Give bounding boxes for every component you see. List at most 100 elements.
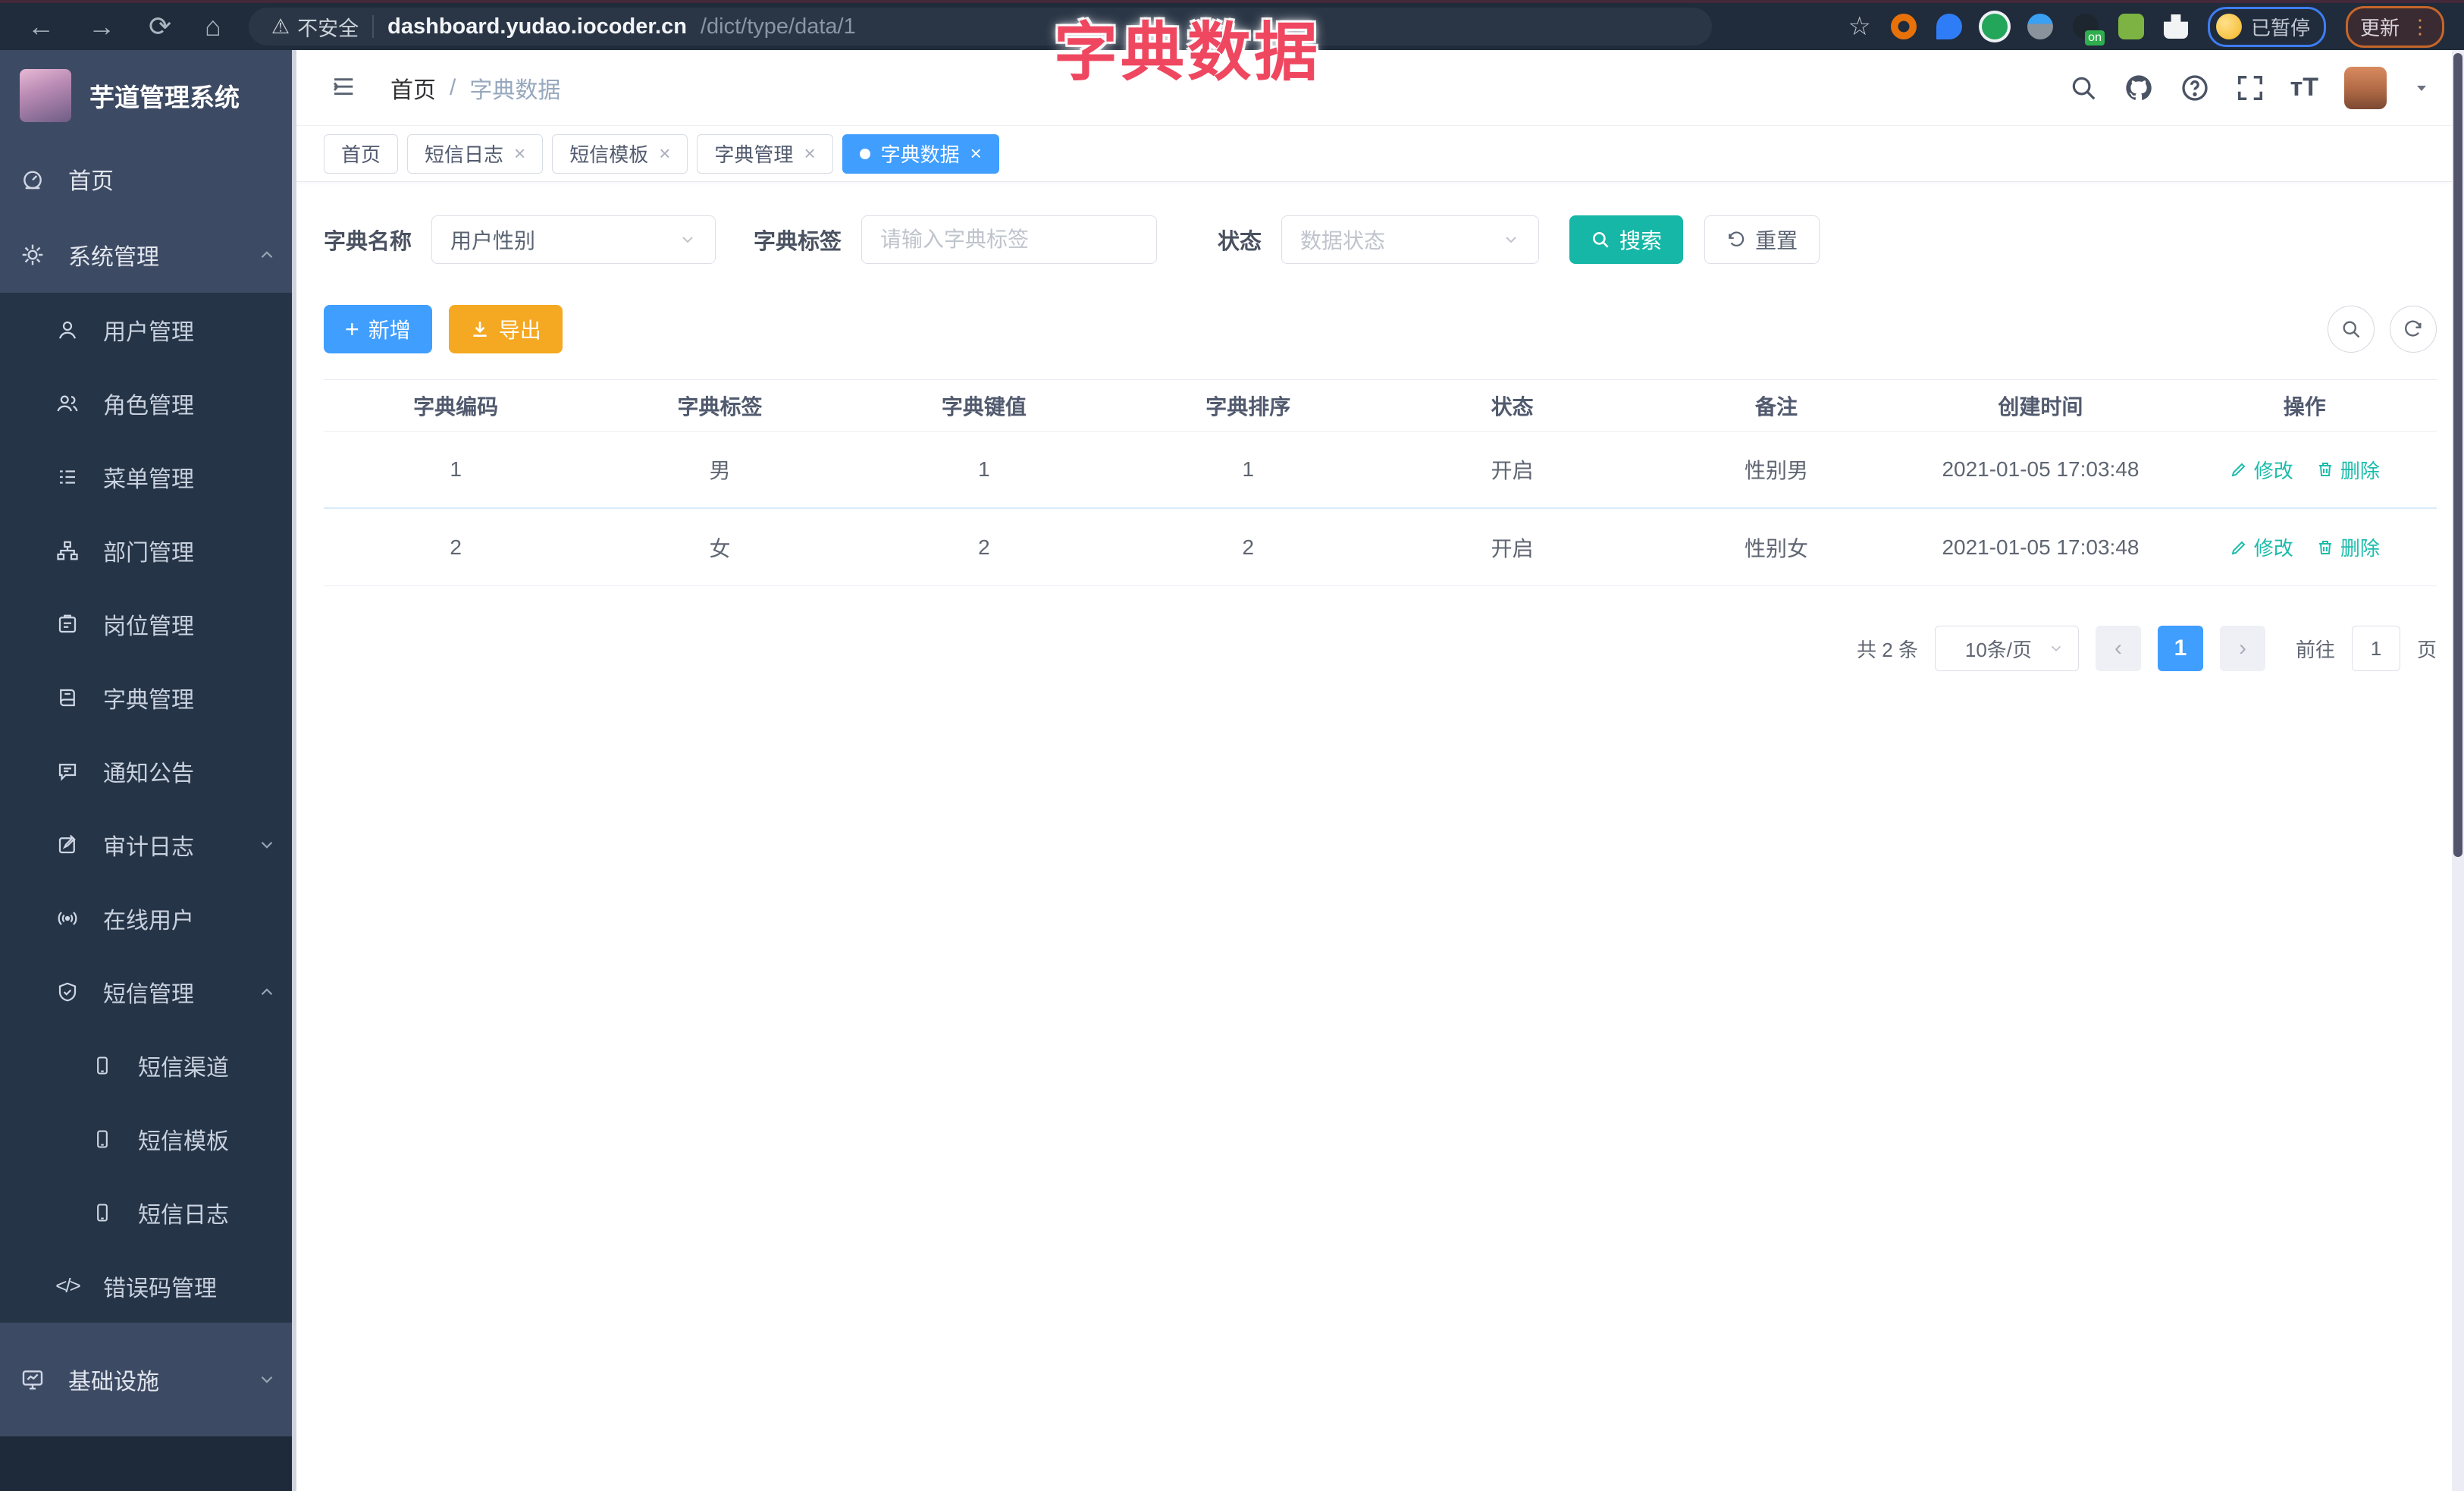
profile-paused-badge[interactable]: 已暂停 [2207,6,2326,47]
help-icon[interactable] [2180,73,2210,103]
scrollbar-thumb[interactable] [2453,53,2462,857]
font-size-icon[interactable]: тT [2290,73,2318,102]
sidebar-item-dict-management[interactable]: 字典管理 [0,661,296,734]
browser-menu-icon[interactable]: ⋮ [2410,15,2430,39]
table-row[interactable]: 1 男 1 1 开启 性别男 2021-01-05 17:03:48 修改 删除 [324,432,2437,509]
breadcrumb-home[interactable]: 首页 [390,71,436,105]
sidebar-item-post-management[interactable]: 岗位管理 [0,587,296,661]
dict-name-select[interactable]: 用户性别 [431,215,716,264]
browser-back-icon[interactable]: ← [27,11,55,42]
tab-sms-template[interactable]: 短信模板 × [552,133,688,174]
tab-dict-data[interactable]: 字典数据 × [842,133,999,174]
page-number-1[interactable]: 1 [2157,626,2203,671]
message-bubble-icon [55,760,80,783]
close-icon[interactable]: × [970,142,982,165]
extension-icon[interactable] [1936,14,1962,39]
search-icon[interactable] [2069,74,2098,102]
extensions-puzzle-icon[interactable] [2163,14,2188,39]
page-scrollbar[interactable] [2452,50,2464,1491]
address-bar[interactable]: ⚠ 不安全 dashboard.yudao.iocoder.cn /dict/ty… [248,8,1712,46]
goto-label: 前往 [2295,638,2335,661]
add-button[interactable]: + 新增 [324,305,432,353]
browser-update-button[interactable]: 更新 ⋮ [2345,5,2444,48]
prev-page-button[interactable]: ‹ [2095,626,2141,671]
gear-icon [20,243,45,267]
browser-forward-icon[interactable]: → [88,11,115,42]
export-button[interactable]: 导出 [448,305,563,353]
sidebar-item-sms-log[interactable]: 短信日志 [0,1176,296,1249]
sidebar-item-notice[interactable]: 通知公告 [0,734,296,808]
search-button[interactable]: 搜索 [1569,215,1684,264]
pagination: 共 2 条 10条/页 ‹ 1 › 前往 页 [324,626,2437,671]
user-icon [55,319,80,341]
url-host: dashboard.yudao.iocoder.cn [387,14,687,39]
delete-link[interactable]: 删除 [2316,456,2380,484]
monitor-icon [20,1367,45,1392]
sidebar-item-department-management[interactable]: 部门管理 [0,513,296,587]
sidebar-item-audit-log[interactable]: 审计日志 [0,808,296,881]
sidebar-item-role-management[interactable]: 角色管理 [0,366,296,440]
extension-icon[interactable] [1890,14,1917,39]
dashboard-icon [20,167,45,191]
page-size-select[interactable]: 10条/页 [1934,626,2079,671]
goto-page-input[interactable] [2351,626,2400,671]
dict-label-input[interactable] [861,215,1158,264]
sidebar-item-menu-management[interactable]: 菜单管理 [0,440,296,513]
sidebar-item-sms-channel[interactable]: 短信渠道 [0,1028,296,1102]
toggle-search-button[interactable] [2328,306,2375,353]
status-select[interactable]: 数据状态 [1281,215,1540,264]
close-icon[interactable]: × [804,142,815,165]
breadcrumb: 首页 / 字典数据 [390,71,560,105]
col-header: 字典键值 [941,394,1027,419]
sidebar-scrollbar[interactable] [292,50,296,1491]
page-unit-label: 页 [2416,638,2437,661]
dict-data-table: 字典编码 字典标签 字典键值 字典排序 状态 备注 创建时间 操作 1 男 1 … [324,379,2437,586]
tab-sms-log[interactable]: 短信日志 × [407,133,544,174]
close-icon[interactable]: × [659,142,670,165]
main-area: 首页 / 字典数据 тT 首页 短信日志 × 短信模板 × 字典管理 × 字典数… [296,50,2464,1491]
screen: ← → ⟳ ⌂ ⚠ 不安全 dashboard.yudao.iocoder.cn … [0,0,2464,1491]
reset-button[interactable]: 重置 [1704,215,1820,264]
chevron-down-icon [2048,640,2064,657]
sidebar-item-user-management[interactable]: 用户管理 [0,293,296,366]
sidebar-item-infrastructure[interactable]: 基础设施 [0,1323,296,1436]
extension-icon[interactable] [1981,14,2008,39]
phone-icon [89,1128,115,1150]
delete-link[interactable]: 删除 [2316,533,2380,561]
filter-form: 字典名称 用户性别 字典标签 状态 数据状态 搜索 [324,215,2437,264]
browser-reload-icon[interactable]: ⟳ [149,11,171,42]
sidebar-next-section-peek [0,1436,296,1491]
tab-home[interactable]: 首页 [324,133,399,174]
security-warning[interactable]: ⚠ 不安全 [271,12,359,42]
col-header: 字典排序 [1205,394,1291,419]
collapse-sidebar-icon[interactable] [330,74,360,102]
user-avatar[interactable] [2344,66,2387,109]
badge-icon [55,613,80,636]
sidebar-item-online-users[interactable]: 在线用户 [0,881,296,955]
url-path: /dict/type/data/1 [700,14,856,39]
app-logo-row[interactable]: 芋道管理系统 [0,50,296,141]
chevron-down-icon[interactable] [2412,79,2431,97]
next-page-button[interactable]: › [2219,626,2265,671]
sidebar-item-home[interactable]: 首页 [0,141,296,217]
browser-home-icon[interactable]: ⌂ [205,11,221,42]
sidebar-item-system-management[interactable]: 系统管理 [0,217,296,293]
sidebar-item-sms-template[interactable]: 短信模板 [0,1102,296,1176]
extension-icon[interactable] [2072,14,2105,46]
github-icon[interactable] [2124,73,2154,103]
fullscreen-icon[interactable] [2236,74,2265,102]
extension-icon[interactable] [2027,14,2053,39]
table-row[interactable]: 2 女 2 2 开启 性别女 2021-01-05 17:03:48 修改 删除 [324,509,2437,586]
refresh-button[interactable] [2390,306,2437,353]
chevron-down-icon [679,231,697,249]
extension-icon[interactable] [2118,14,2144,39]
col-header: 创建时间 [1998,394,2083,419]
sidebar-item-sms-management[interactable]: 短信管理 [0,955,296,1028]
edit-link[interactable]: 修改 [2230,456,2293,484]
sidebar-item-error-code-management[interactable]: </> 错误码管理 [0,1249,296,1323]
tab-dict-management[interactable]: 字典管理 × [697,133,833,174]
edit-link[interactable]: 修改 [2230,533,2293,561]
close-icon[interactable]: × [514,142,525,165]
bookmark-star-icon[interactable]: ☆ [1848,11,1870,42]
breadcrumb-current: 字典数据 [469,77,561,103]
